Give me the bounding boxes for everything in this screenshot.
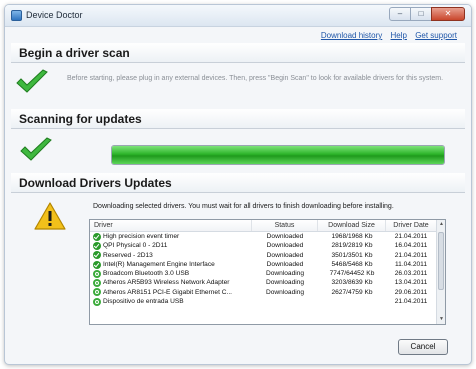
download-instructions: Downloading selected drivers. You must w… — [93, 203, 394, 210]
table-row[interactable]: Atheros AR5B93 Wireless Network Adapter D… — [90, 278, 438, 288]
device-doctor-window: Device Doctor – □ ✕ Download history Hel… — [4, 4, 472, 365]
table-rows: High precision event timer Downloaded 1968… — [90, 232, 438, 306]
download-section-header: Download Drivers Updates — [11, 173, 465, 193]
window-controls: – □ ✕ — [389, 7, 465, 21]
updates-section-header: Scanning for updates — [11, 109, 465, 129]
table-row[interactable]: Reserved - 2D13 Downloaded 3501/3501 Kb 21.… — [90, 251, 438, 260]
status-cell: Downloaded — [266, 260, 304, 268]
help-link[interactable]: Help — [391, 31, 407, 40]
date-cell: 21.04.2011 — [394, 251, 428, 259]
table-row[interactable]: QPI Physical 0 - 2D11 Downloaded 2819/2819… — [90, 241, 438, 250]
check-icon — [93, 241, 101, 250]
size-cell: 3501/3501 Kb — [331, 251, 373, 259]
size-cell: 2819/2819 Kb — [331, 242, 373, 250]
date-cell: 26.03.2011 — [394, 270, 428, 278]
driver-name: Atheros AR5B93 Wireless Network Adapter — [103, 279, 230, 287]
date-cell: 21.04.2011 — [394, 233, 428, 240]
status-cell: Downloaded — [266, 242, 304, 250]
progress-fill — [112, 146, 444, 164]
table-row[interactable]: Dispositivo de entrada USB 21.04.2011 — [90, 297, 438, 306]
driver-cell: QPI Physical 0 - 2D11 — [90, 241, 252, 250]
scan-progress-bar — [111, 145, 445, 165]
status-cell: Downloading — [265, 270, 305, 278]
scroll-thumb[interactable] — [438, 232, 444, 290]
driver-name: Broadcom Bluetooth 3.0 USB — [103, 270, 190, 278]
scan-section-title: Begin a driver scan — [19, 46, 130, 60]
scan-section-header: Begin a driver scan — [11, 43, 465, 63]
app-icon — [11, 10, 22, 21]
status-cell — [252, 297, 318, 306]
driver-cell: High precision event timer — [90, 232, 252, 241]
column-driver-date[interactable]: Driver Date — [386, 220, 436, 231]
date-cell: 29.06.2011 — [394, 288, 428, 296]
download-icon — [93, 288, 101, 297]
status-cell: Downloading — [265, 279, 305, 287]
scroll-down-icon[interactable]: ▼ — [437, 315, 445, 324]
check-icon — [93, 251, 101, 260]
date-cell: 13.04.2011 — [394, 279, 428, 287]
updates-section-title: Scanning for updates — [19, 112, 142, 126]
cancel-button[interactable]: Cancel — [398, 339, 448, 355]
driver-cell: Atheros AR8151 PCI-E Gigabit Ethernet C.… — [90, 288, 252, 297]
scan-instructions: Before starting, please plug in any exte… — [67, 75, 444, 82]
driver-name: Reserved - 2D13 — [103, 251, 153, 259]
download-section-title: Download Drivers Updates — [19, 176, 172, 190]
date-cell: 11.04.2011 — [394, 260, 428, 268]
maximize-button[interactable]: □ — [410, 7, 432, 21]
table-row[interactable]: Atheros AR8151 PCI-E Gigabit Ethernet C.… — [90, 288, 438, 297]
size-cell: 1968/1968 Kb — [331, 233, 373, 240]
size-cell — [318, 297, 386, 306]
top-links: Download history Help Get support — [315, 31, 457, 40]
driver-name: Atheros AR8151 PCI-E Gigabit Ethernet C.… — [103, 288, 233, 296]
drivers-table: Driver Status Download Size Driver Date … — [89, 219, 446, 325]
get-support-link[interactable]: Get support — [415, 31, 457, 40]
table-row[interactable]: Broadcom Bluetooth 3.0 USB Downloading 774… — [90, 269, 438, 278]
driver-cell: Reserved - 2D13 — [90, 251, 252, 260]
driver-name: Intel(R) Management Engine Interface — [103, 260, 215, 268]
column-driver[interactable]: Driver — [90, 220, 252, 231]
title-bar[interactable]: Device Doctor – □ ✕ — [5, 5, 471, 27]
check-icon — [93, 232, 101, 241]
table-row[interactable]: Intel(R) Management Engine Interface Down… — [90, 260, 438, 269]
column-download-size[interactable]: Download Size — [318, 220, 386, 231]
checkmark-icon — [20, 137, 52, 161]
table-scrollbar[interactable]: ▲ ▼ — [436, 220, 445, 324]
table-row[interactable]: High precision event timer Downloaded 1968… — [90, 232, 438, 241]
warning-icon — [34, 202, 66, 230]
size-cell: 2627/4759 Kb — [331, 288, 373, 296]
scroll-up-icon[interactable]: ▲ — [437, 220, 445, 229]
download-icon — [93, 279, 101, 288]
download-history-link[interactable]: Download history — [321, 31, 382, 40]
driver-cell: Dispositivo de entrada USB — [90, 297, 252, 306]
download-icon — [93, 269, 101, 278]
close-button[interactable]: ✕ — [431, 7, 465, 21]
driver-cell: Broadcom Bluetooth 3.0 USB — [90, 269, 252, 278]
size-cell: 5468/5468 Kb — [331, 260, 373, 268]
column-status[interactable]: Status — [252, 220, 318, 231]
window-title: Device Doctor — [26, 10, 83, 20]
date-cell: 21.04.2011 — [394, 298, 428, 306]
status-cell: Downloading — [265, 288, 305, 296]
table-header: Driver Status Download Size Driver Date — [90, 220, 445, 232]
download-icon — [93, 297, 101, 306]
check-icon — [93, 260, 101, 269]
checkmark-icon — [16, 69, 48, 93]
minimize-button[interactable]: – — [389, 7, 411, 21]
driver-cell: Atheros AR5B93 Wireless Network Adapter — [90, 278, 252, 288]
status-cell: Downloaded — [266, 251, 304, 259]
driver-name: Dispositivo de entrada USB — [103, 298, 184, 306]
size-cell: 7747/64452 Kb — [329, 270, 375, 278]
size-cell: 3203/8639 Kb — [331, 279, 373, 287]
driver-name: QPI Physical 0 - 2D11 — [103, 242, 168, 250]
date-cell: 16.04.2011 — [394, 242, 428, 250]
status-cell: Downloaded — [266, 233, 304, 240]
driver-name: High precision event timer — [103, 233, 180, 240]
driver-cell: Intel(R) Management Engine Interface — [90, 260, 252, 269]
